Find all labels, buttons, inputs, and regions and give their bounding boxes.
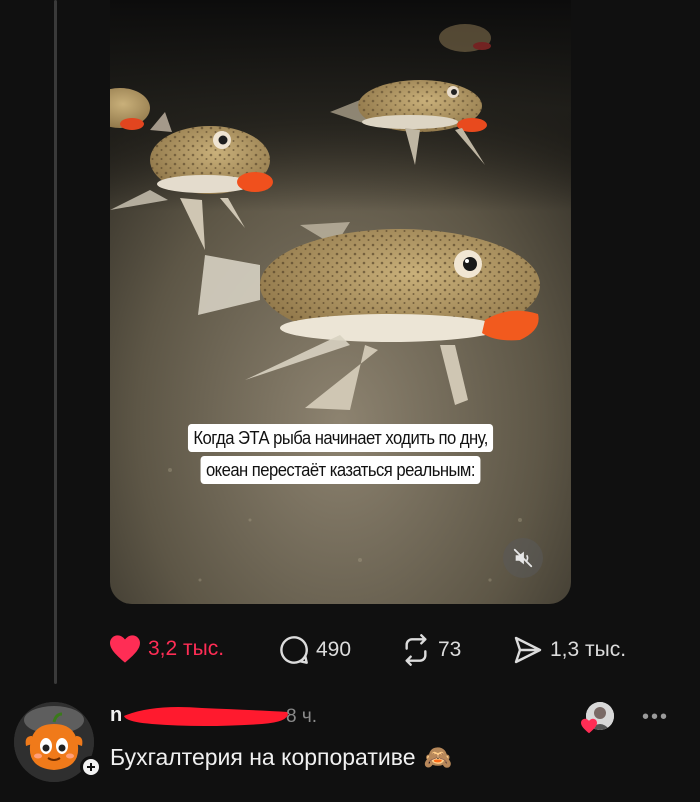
reply-button[interactable]: 490 <box>278 634 351 666</box>
comment-bubble-icon <box>280 636 308 664</box>
thread-line <box>54 0 57 684</box>
mute-button[interactable] <box>503 538 543 578</box>
add-follow-icon <box>83 759 99 775</box>
badge <box>80 756 102 778</box>
like-button[interactable]: 3,2 тыс. <box>108 634 224 664</box>
author-liked-indicator <box>580 702 616 738</box>
comment-text: Бухгалтерия на корпоративе <box>110 744 416 770</box>
heart-icon <box>110 635 140 663</box>
repost-count: 73 <box>438 638 462 661</box>
share-button[interactable]: 1,3 тыс. <box>512 634 626 666</box>
video-post[interactable]: Когда ЭТА рыба начинает ходить по дну, о… <box>110 0 571 604</box>
comment-username[interactable]: n <box>110 704 122 727</box>
caption-line-1: Когда ЭТА рыба начинает ходить по дну, <box>187 424 494 452</box>
more-options-button[interactable]: ••• <box>642 706 669 729</box>
share-count: 1,3 тыс. <box>550 638 627 661</box>
repost-button[interactable]: 73 <box>400 634 461 666</box>
like-count: 3,2 тыс. <box>148 637 225 660</box>
comment-body: Бухгалтерия на корпоративе 🙈 <box>110 744 452 771</box>
see-no-evil-emoji: 🙈 <box>423 744 453 770</box>
fish-video-frame <box>110 0 571 604</box>
reply-count: 490 <box>316 638 352 661</box>
send-icon <box>514 636 542 664</box>
redaction-mark <box>124 707 289 726</box>
comment-timestamp: 8 ч. <box>286 706 318 727</box>
video-caption: Когда ЭТА рыба начинает ходить по дну, о… <box>110 424 571 484</box>
caption-line-2: океан перестаёт казаться реальным: <box>200 456 481 484</box>
small-heart-icon <box>581 718 597 734</box>
speaker-muted-icon <box>513 548 533 568</box>
repost-icon <box>405 634 427 666</box>
